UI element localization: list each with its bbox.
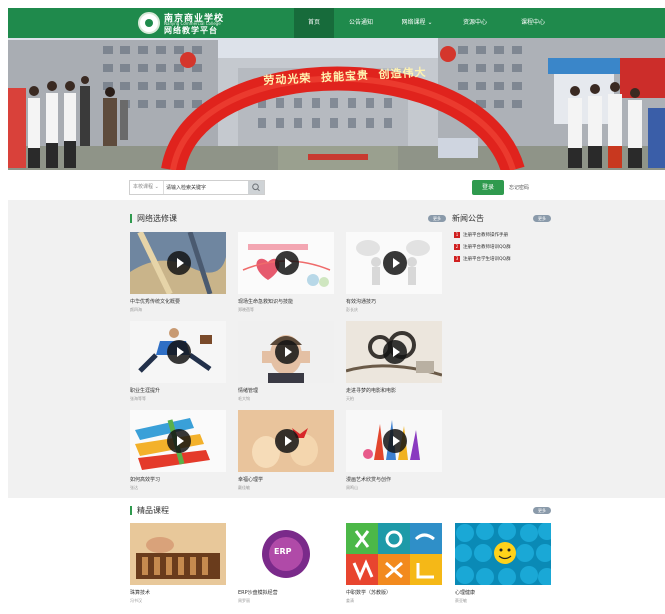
course-thumbnail: [346, 232, 442, 294]
online-courses-section: [8, 200, 665, 498]
featured-course-card[interactable]: ERP ERP沙盘模拟经营 周罗丽: [238, 523, 334, 607]
course-card[interactable]: 职业生涯提升 张海等等: [130, 321, 226, 405]
course-teacher: 张达: [130, 485, 138, 490]
course-teacher: 周罗丽: [238, 598, 250, 603]
logo-platform-name: 网络教学平台: [164, 26, 218, 35]
search-button[interactable]: [248, 181, 264, 194]
featured-course-card[interactable]: 心理健康 蔡亚敏: [455, 523, 551, 607]
course-thumbnail: [130, 410, 226, 472]
news-item[interactable]: 2 注册平台教师培训QQ群: [454, 244, 511, 256]
play-icon: [383, 251, 407, 275]
play-icon: [167, 251, 191, 275]
search-bar: 本校课程 ⌄: [129, 180, 265, 195]
course-title: 情绪管理: [238, 388, 259, 394]
course-title: 珠算技术: [130, 590, 151, 596]
course-title: 漫画艺术欣赏与创作: [346, 477, 392, 483]
news-more-button[interactable]: 更多: [533, 215, 551, 222]
course-title: 中职数学（苏教版）: [346, 590, 392, 596]
play-icon: [275, 251, 299, 275]
online-courses-more-button[interactable]: 更多: [428, 215, 446, 222]
featured-more-button[interactable]: 更多: [533, 507, 551, 514]
erp-logo-text: ERP: [274, 547, 292, 556]
main-nav: 首页 公告通知 网络课程 ⌄ 资源中心 课程中心: [294, 8, 562, 38]
news-item-text: 注册平台教师操作手册: [463, 233, 508, 238]
nav-resource-center[interactable]: 资源中心: [446, 8, 504, 38]
course-teacher: 彭长庆: [346, 307, 358, 312]
search-scope-select[interactable]: 本校课程 ⌄: [130, 181, 164, 194]
login-button[interactable]: 登录: [472, 180, 504, 195]
course-teacher: 周鸣山: [346, 485, 358, 490]
forgot-password-link[interactable]: 忘记密码: [509, 184, 529, 191]
course-teacher: 张海等等: [130, 396, 146, 401]
play-icon: [275, 429, 299, 453]
banner-photo: [8, 38, 665, 170]
course-teacher: 冯书汉: [130, 598, 142, 603]
play-icon: [383, 340, 407, 364]
course-teacher: 颜四海: [130, 307, 142, 312]
course-card[interactable]: 中华优秀传统文化概要 颜四海: [130, 232, 226, 316]
course-thumbnail: [346, 410, 442, 472]
news-title: 新闻公告: [452, 214, 484, 223]
nav-course-center[interactable]: 课程中心: [504, 8, 562, 38]
course-title: 如何高效学习: [130, 477, 161, 483]
course-card[interactable]: 走进寻梦的电影和电影 天柏: [346, 321, 442, 405]
course-teacher: 天柏: [346, 396, 354, 401]
course-teacher: 郑晓蓓等: [238, 307, 254, 312]
news-item-text: 注册平台学生培训QQ群: [463, 257, 511, 262]
course-title: 走进寻梦的电影和电影: [346, 388, 397, 394]
featured-thumbnail: [346, 523, 442, 585]
featured-course-card[interactable]: 珠算技术 冯书汉: [130, 523, 226, 607]
course-teacher: 姜清: [346, 598, 354, 603]
search-icon: [252, 183, 260, 192]
course-thumbnail: [130, 321, 226, 383]
nav-online-courses[interactable]: 网络课程 ⌄: [388, 8, 446, 38]
play-icon: [275, 340, 299, 364]
online-courses-title: 网络选修课: [130, 214, 177, 223]
course-card[interactable]: 漫画艺术欣赏与创作 周鸣山: [346, 410, 442, 494]
course-teacher: 毛大钩: [238, 396, 250, 401]
nav-home[interactable]: 首页: [294, 8, 334, 38]
nav-announcements[interactable]: 公告通知: [334, 8, 388, 38]
course-card[interactable]: 有效沟通技巧 彭长庆: [346, 232, 442, 316]
course-title: 有效沟通技巧: [346, 299, 377, 305]
course-title: 幸福心理学: [238, 477, 264, 483]
course-card[interactable]: 幸福心理学 戴佳敏: [238, 410, 334, 494]
play-icon: [383, 429, 407, 453]
play-icon: [167, 429, 191, 453]
search-input[interactable]: [166, 181, 248, 194]
news-rank-badge: 3: [454, 256, 460, 262]
news-rank-badge: 1: [454, 232, 460, 238]
news-item[interactable]: 1 注册平台教师操作手册: [454, 232, 511, 244]
course-thumbnail: [238, 232, 334, 294]
course-title: 心理健康: [455, 590, 476, 596]
featured-course-card[interactable]: 中职数学（苏教版） 姜清: [346, 523, 442, 607]
hero-banner: 劳动光荣 技能宝贵 创造伟大: [8, 38, 665, 170]
course-teacher: 蔡亚敏: [455, 598, 467, 603]
course-card[interactable]: 情绪管理 毛大钩: [238, 321, 334, 405]
featured-thumbnail: [455, 523, 551, 585]
course-teacher: 戴佳敏: [238, 485, 250, 490]
course-title: 中华优秀传统文化概要: [130, 299, 181, 305]
news-list: 1 注册平台教师操作手册 2 注册平台教师培训QQ群 3 注册平台学生培训QQ群: [454, 232, 511, 268]
school-emblem-icon: [138, 12, 160, 34]
featured-courses-title: 精品课程: [130, 506, 169, 515]
news-item[interactable]: 3 注册平台学生培训QQ群: [454, 256, 511, 268]
course-thumbnail: [346, 321, 442, 383]
featured-thumbnail: ERP: [238, 523, 334, 585]
course-title: 现场生命急救知识与技能: [238, 299, 294, 305]
featured-thumbnail: [130, 523, 226, 585]
course-thumbnail: [238, 321, 334, 383]
course-card[interactable]: 现场生命急救知识与技能 郑晓蓓等: [238, 232, 334, 316]
course-thumbnail: [130, 232, 226, 294]
course-thumbnail: [238, 410, 334, 472]
school-logo[interactable]: 南京商业学校 Nanjing Commercial College 网络教学平台: [138, 11, 238, 35]
course-card[interactable]: 如何高效学习 张达: [130, 410, 226, 494]
course-title: 职业生涯提升: [130, 388, 161, 394]
news-rank-badge: 2: [454, 244, 460, 250]
news-item-text: 注册平台教师培训QQ群: [463, 245, 511, 250]
top-header: 南京商业学校 Nanjing Commercial College 网络教学平台…: [8, 8, 665, 38]
play-icon: [167, 340, 191, 364]
course-title: ERP沙盘模拟经营: [238, 590, 278, 596]
